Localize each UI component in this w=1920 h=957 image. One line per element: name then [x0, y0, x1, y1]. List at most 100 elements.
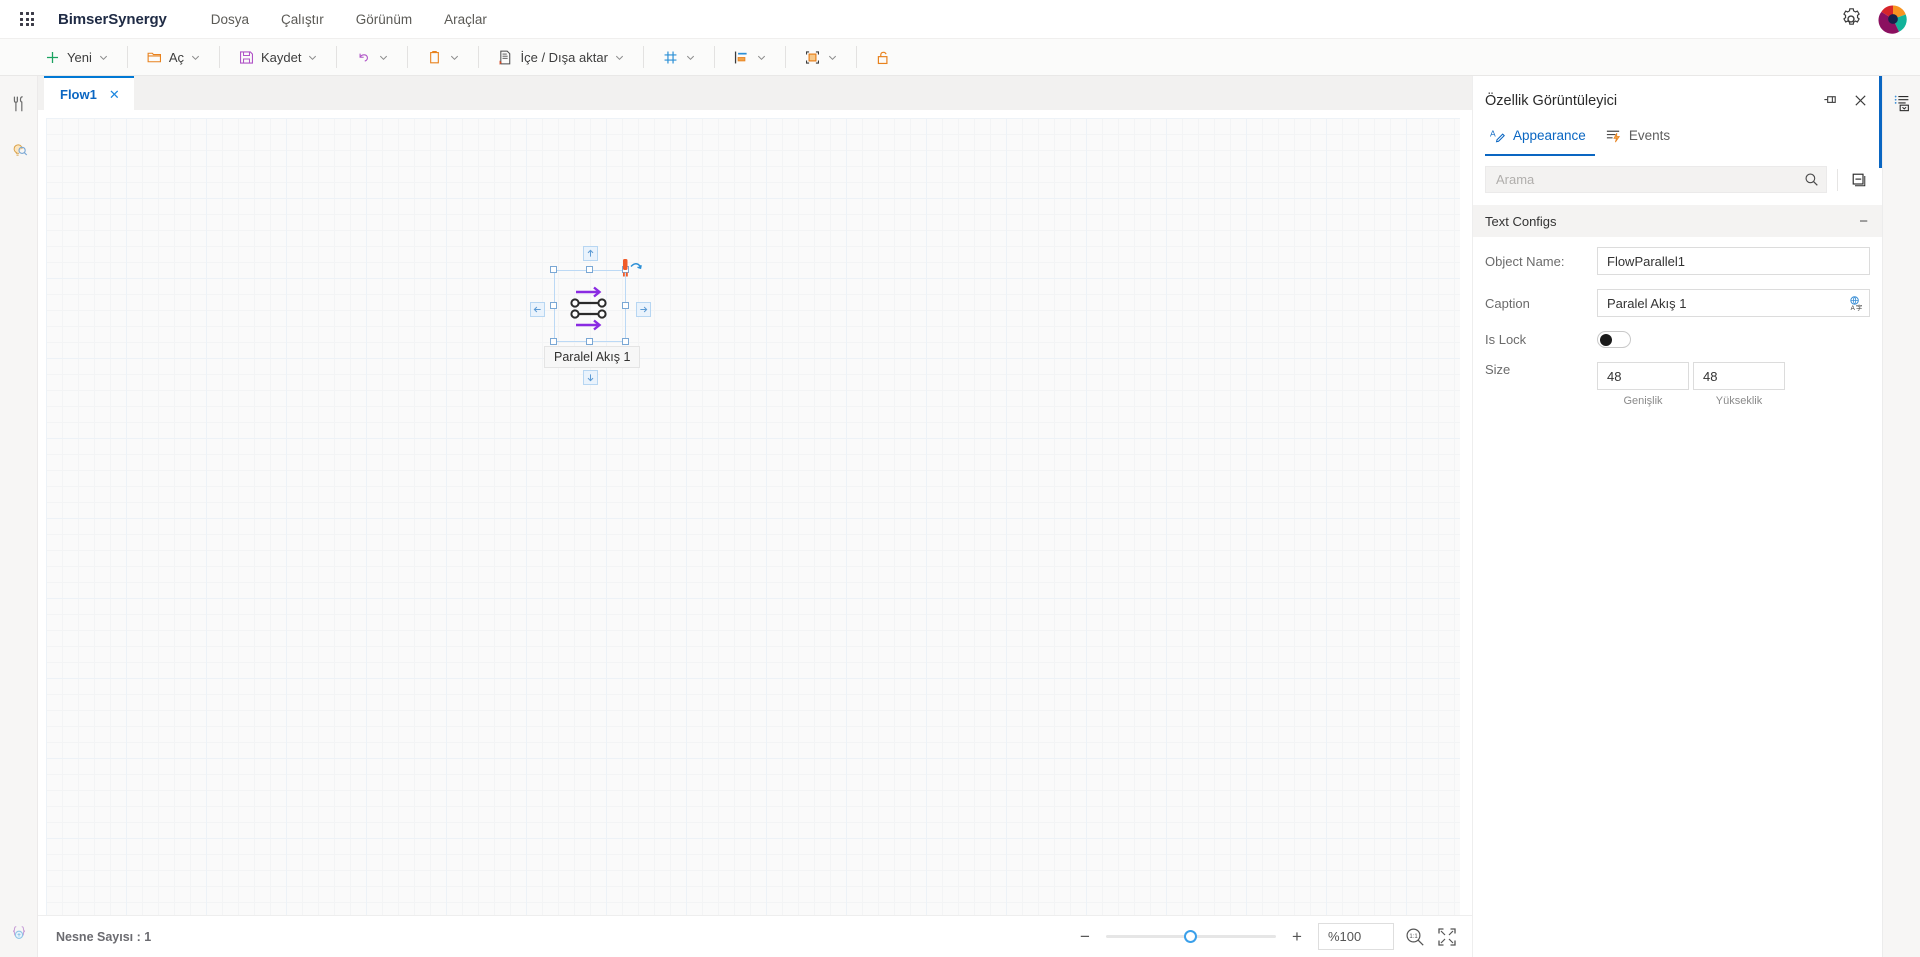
search-icon[interactable] [1796, 167, 1826, 192]
object-name-input[interactable] [1597, 247, 1870, 275]
import-export-icon [497, 49, 514, 66]
appearance-icon: A [1489, 127, 1506, 144]
toolbar-separator [643, 46, 644, 68]
field-size: Size Genişlik Yükseklik [1485, 362, 1870, 407]
toolbox-button[interactable] [4, 88, 34, 120]
menu-item-gorunum[interactable]: Görünüm [340, 6, 428, 33]
canvas-wrapper: Paralel Akış 1 [38, 110, 1472, 915]
paste-button[interactable] [418, 45, 468, 70]
caption-input[interactable] [1597, 289, 1842, 317]
import-export-button[interactable]: İçe / Dışa aktar [489, 45, 632, 70]
resize-handle-se[interactable] [622, 338, 629, 345]
folder-open-icon [146, 49, 163, 66]
section-collapse-toggle[interactable]: − [1859, 214, 1868, 229]
code-view-button[interactable] [4, 917, 34, 949]
save-disk-icon [238, 49, 255, 66]
tab-events[interactable]: Events [1601, 119, 1679, 156]
zoom-out-button[interactable]: − [1074, 926, 1096, 948]
zoom-in-button[interactable]: + [1286, 926, 1308, 948]
object-count-label: Nesne Sayısı : 1 [56, 930, 151, 944]
connect-arrow-left[interactable] [530, 302, 545, 317]
menu-item-araclar[interactable]: Araçlar [428, 6, 503, 33]
field-caption: Caption A 字 [1485, 289, 1870, 317]
toolbar: Yeni Aç Kaydet [0, 38, 1920, 76]
lock-button[interactable] [867, 45, 900, 70]
connect-arrow-down[interactable] [583, 370, 598, 385]
tab-flow1-close-icon[interactable]: ✕ [109, 88, 120, 101]
menu-item-dosya[interactable]: Dosya [195, 6, 265, 33]
resize-handle-nw[interactable] [550, 266, 557, 273]
import-export-label: İçe / Dışa aktar [520, 50, 607, 65]
user-avatar[interactable] [1878, 4, 1908, 34]
application-window: BimserSynergy Dosya Çalıştır Görünüm Ara… [0, 0, 1920, 957]
resize-handle-s[interactable] [586, 338, 593, 345]
object-name-label: Object Name: [1485, 254, 1597, 269]
toolbar-separator [219, 46, 220, 68]
undo-button[interactable] [347, 45, 397, 70]
resize-handle-sw[interactable] [550, 338, 557, 345]
save-button[interactable]: Kaydet [230, 45, 326, 70]
tab-appearance-label: Appearance [1513, 128, 1586, 143]
section-text-configs[interactable]: Text Configs − [1473, 205, 1882, 237]
tab-appearance[interactable]: A Appearance [1485, 119, 1595, 156]
zoom-slider-thumb[interactable] [1184, 930, 1197, 943]
align-button[interactable] [725, 45, 775, 70]
new-button[interactable]: Yeni [36, 45, 117, 70]
resize-handle-w[interactable] [550, 302, 557, 309]
pin-icon[interactable] [1822, 92, 1839, 109]
toolbar-separator [714, 46, 715, 68]
chevron-down-icon [307, 52, 318, 63]
collapse-all-icon[interactable] [1848, 169, 1870, 191]
fit-to-screen-icon[interactable] [1436, 926, 1458, 948]
grid-button[interactable] [654, 45, 704, 70]
zoom-slider[interactable] [1106, 929, 1276, 945]
chevron-down-icon [614, 52, 625, 63]
bring-to-front-button[interactable] [796, 45, 846, 70]
rotate-handle-icon[interactable] [618, 258, 644, 280]
connect-arrow-right[interactable] [636, 302, 651, 317]
align-left-icon [733, 49, 750, 66]
app-launcher-icon[interactable] [10, 2, 44, 36]
resize-handle-n[interactable] [586, 266, 593, 273]
top-bar: BimserSynergy Dosya Çalıştır Görünüm Ara… [0, 0, 1920, 38]
size-height-input[interactable] [1693, 362, 1785, 390]
chevron-down-icon [685, 52, 696, 63]
parallel-flow-icon [554, 270, 626, 342]
size-label: Size [1485, 362, 1597, 377]
tools-icon [9, 94, 29, 114]
tab-flow1[interactable]: Flow1 ✕ [44, 76, 134, 110]
zoom-value-input[interactable]: %100 [1318, 923, 1394, 950]
flow-canvas[interactable]: Paralel Akış 1 [46, 118, 1460, 915]
section-text-configs-title: Text Configs [1485, 214, 1557, 229]
flow-node-parallel[interactable]: Paralel Akış 1 [536, 258, 696, 398]
far-right-rail [1882, 76, 1920, 957]
is-lock-toggle-knob [1600, 334, 1612, 346]
translate-icon[interactable]: A 字 [1842, 289, 1870, 317]
menu-item-calistir[interactable]: Çalıştır [265, 6, 340, 33]
open-button[interactable]: Aç [138, 45, 209, 70]
connect-arrow-up[interactable] [583, 246, 598, 261]
inspect-button[interactable] [4, 134, 34, 166]
svg-text:A: A [1850, 305, 1855, 311]
is-lock-label: Is Lock [1485, 332, 1597, 347]
properties-tabs: A Appearance Events [1473, 119, 1882, 156]
save-button-label: Kaydet [261, 50, 301, 65]
search-input[interactable] [1486, 172, 1796, 187]
size-height-field: Yükseklik [1693, 362, 1785, 407]
toolbar-separator [407, 46, 408, 68]
zoom-1to1-icon[interactable]: 1:1 [1404, 926, 1426, 948]
close-icon[interactable] [1853, 93, 1868, 108]
workspace: Flow1 ✕ [0, 76, 1920, 957]
outline-panel-button[interactable] [1887, 86, 1917, 118]
zoom-controls: − + %100 1:1 [1074, 923, 1458, 950]
gear-icon[interactable] [1838, 6, 1864, 32]
status-bar: Nesne Sayısı : 1 − + %100 1:1 [38, 915, 1472, 957]
events-lightning-icon [1605, 127, 1622, 144]
resize-handle-e[interactable] [622, 302, 629, 309]
search-box[interactable] [1485, 166, 1827, 193]
size-height-caption: Yükseklik [1716, 395, 1762, 407]
list-dropdown-icon [1892, 92, 1912, 112]
is-lock-toggle[interactable] [1597, 331, 1631, 348]
chevron-down-icon [190, 52, 201, 63]
size-width-input[interactable] [1597, 362, 1689, 390]
